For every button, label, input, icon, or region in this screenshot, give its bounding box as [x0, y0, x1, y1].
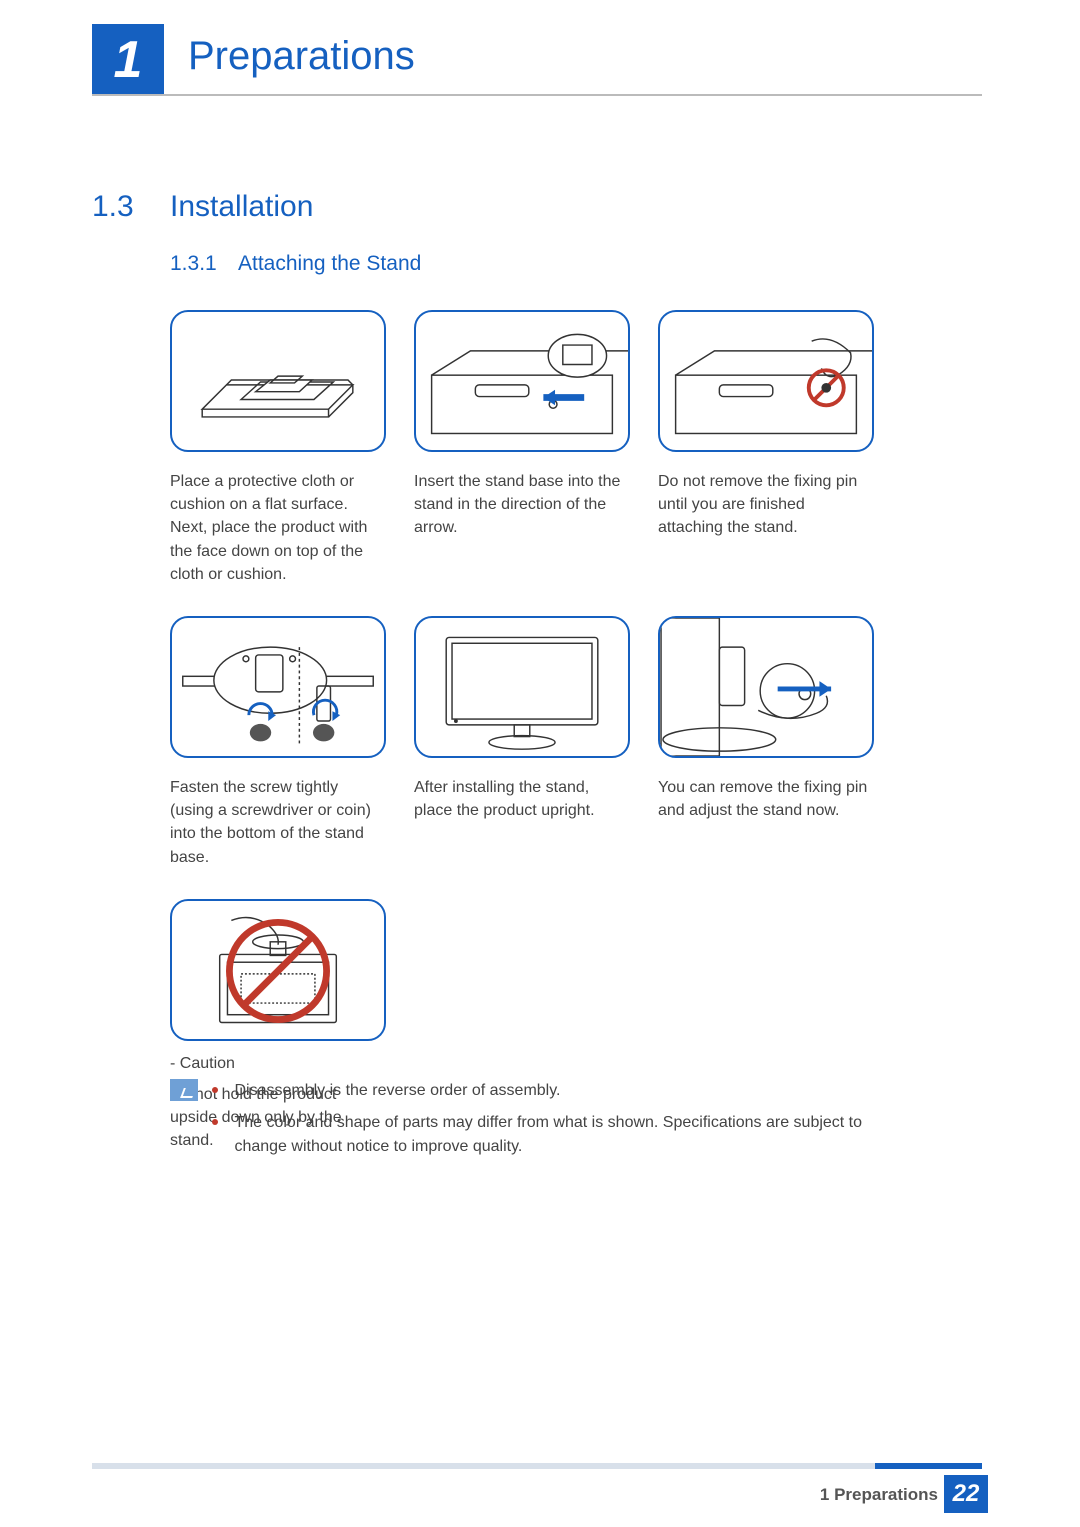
step-figure-2 — [414, 310, 630, 452]
note-list: Disassembly is the reverse order of asse… — [212, 1079, 882, 1167]
step-figure-5 — [414, 616, 630, 758]
step-figure-3 — [658, 310, 874, 452]
step-caption: After installing the stand, place the pr… — [414, 776, 630, 822]
step-figure-4 — [170, 616, 386, 758]
step-caption: Fasten the screw tightly (using a screwd… — [170, 776, 386, 869]
step-caption: You can remove the fixing pin and adjust… — [658, 776, 874, 822]
page-number: 22 — [944, 1475, 988, 1513]
subsection-title: Attaching the Stand — [238, 252, 421, 276]
caution-figure — [170, 899, 386, 1041]
chapter-number: 1 — [114, 30, 143, 90]
step-caption: Place a protective cloth or cushion on a… — [170, 470, 386, 586]
step-cell: Fasten the screw tightly (using a screwd… — [170, 616, 386, 869]
footer-divider — [92, 1463, 982, 1469]
step-cell: Insert the stand base into the stand in … — [414, 310, 630, 586]
chapter-tab: 1 — [92, 24, 164, 96]
caution-label: - Caution — [170, 1055, 386, 1073]
note-icon — [170, 1079, 198, 1101]
step-cell: Do not remove the fixing pin until you a… — [658, 310, 874, 586]
step-caption: Do not remove the fixing pin until you a… — [658, 470, 874, 540]
section-title: Installation — [170, 190, 313, 224]
chapter-title: Preparations — [188, 34, 415, 79]
step-figure-1 — [170, 310, 386, 452]
note-item: Disassembly is the reverse order of asse… — [212, 1079, 882, 1103]
subsection-number: 1.3.1 — [170, 252, 217, 276]
step-figure-6 — [658, 616, 874, 758]
section-number: 1.3 — [92, 190, 134, 224]
note-item: The color and shape of parts may differ … — [212, 1111, 882, 1159]
step-caption: Insert the stand base into the stand in … — [414, 470, 630, 540]
header-divider — [92, 94, 982, 96]
figure-grid: Place a protective cloth or cushion on a… — [170, 310, 890, 1152]
step-cell: Place a protective cloth or cushion on a… — [170, 310, 386, 586]
notes-block: Disassembly is the reverse order of asse… — [170, 1079, 890, 1167]
footer-chapter-ref: 1 Preparations — [820, 1485, 938, 1505]
step-cell: You can remove the fixing pin and adjust… — [658, 616, 874, 869]
step-cell: After installing the stand, place the pr… — [414, 616, 630, 869]
